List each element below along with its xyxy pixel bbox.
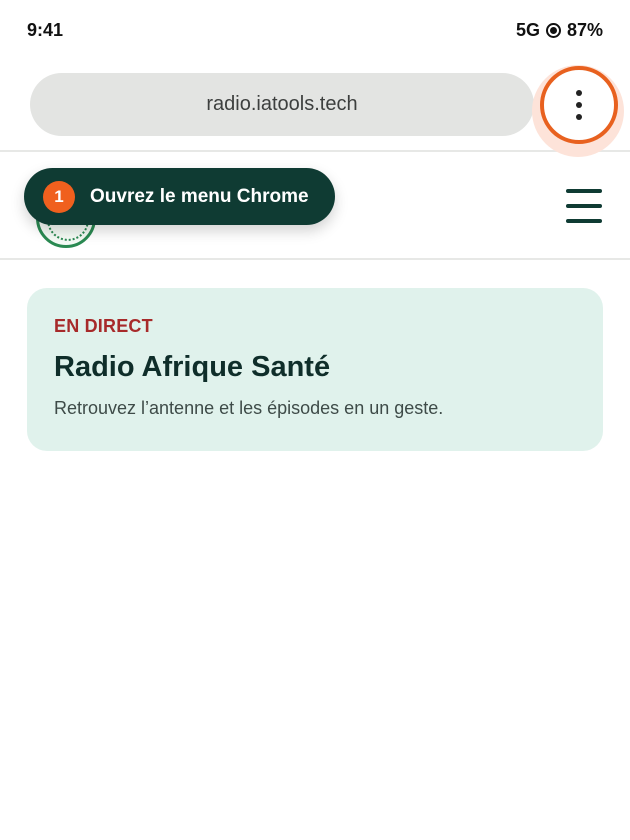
address-bar[interactable]: radio.iatools.tech [30,73,534,136]
live-label: EN DIRECT [54,316,153,336]
more-vert-icon-dot [576,114,582,120]
status-indicators: 5G 87% [516,20,603,41]
signal-icon [545,22,561,38]
live-title: Radio Afrique Santé [54,351,331,383]
phone-screen: 9:41 5G 87% radio.iatools.tech 1 Ouvrez … [0,0,630,840]
live-description: Retrouvez l’antenne et les épisodes en u… [54,398,444,418]
live-card[interactable]: EN DIRECT Radio Afrique Santé Retrouvez … [27,288,603,451]
status-time: 9:41 [27,19,64,40]
more-vert-icon [576,90,582,96]
battery-label: 87% [566,19,603,40]
network-label: 5G [515,19,540,40]
coach-mark-tooltip: 1 Ouvrez le menu Chrome [24,168,335,225]
status-bar: 9:41 5G 87% [0,0,630,60]
hamburger-icon-bar [566,189,602,193]
hamburger-icon-bar [566,204,602,208]
step-badge: 1 [43,180,75,213]
coach-mark-text: Ouvrez le menu Chrome [90,185,309,207]
hamburger-icon-bar [566,219,602,223]
url-text: radio.iatools.tech [206,93,358,115]
chrome-menu-button[interactable] [540,66,618,144]
browser-toolbar: radio.iatools.tech [0,60,630,157]
more-vert-icon-dot [576,102,582,108]
hamburger-menu-button[interactable] [566,188,602,224]
